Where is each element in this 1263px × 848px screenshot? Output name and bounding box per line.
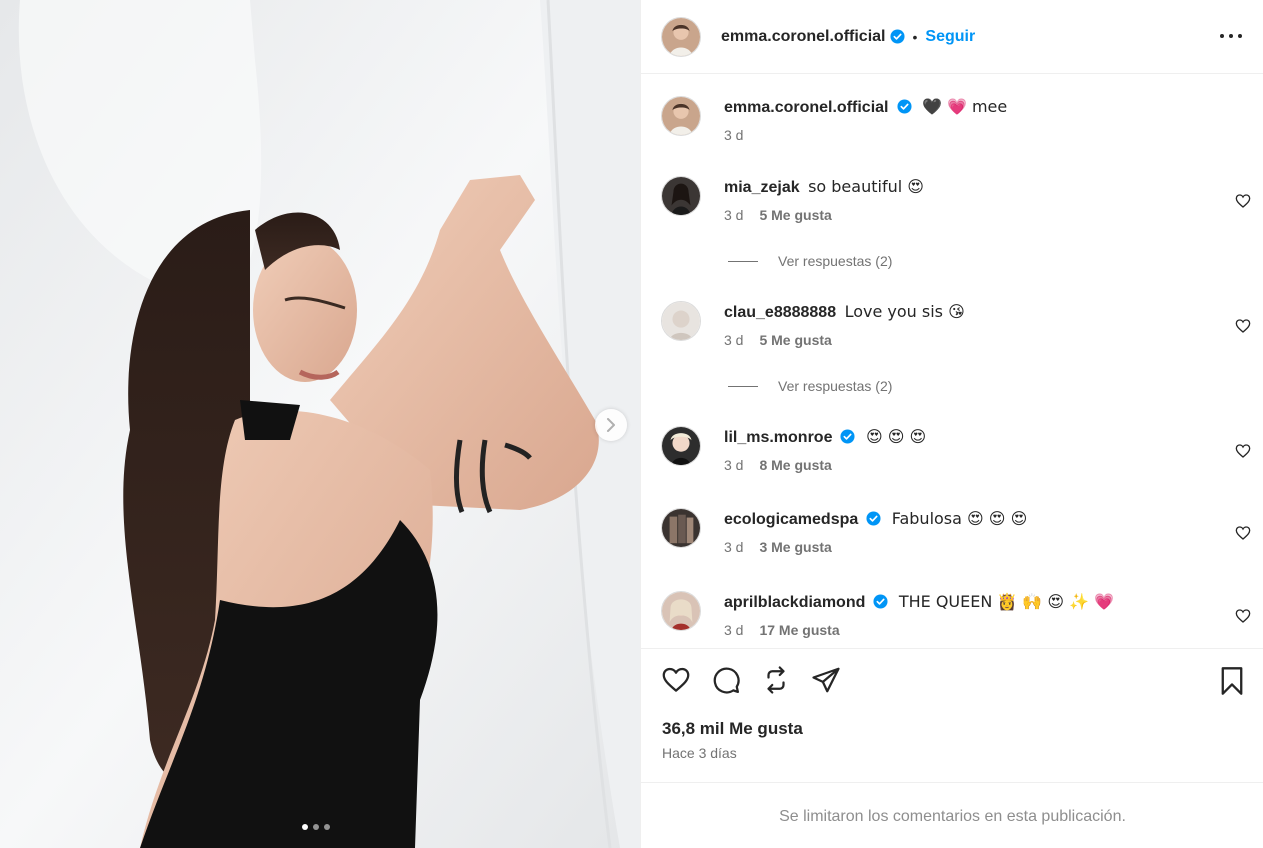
bookmark-icon[interactable] — [1218, 666, 1246, 696]
verified-badge-icon — [840, 429, 856, 444]
view-replies-link[interactable]: Ver respuestas (2) — [728, 378, 892, 394]
caption-username[interactable]: emma.coronel.official — [724, 99, 889, 116]
comment-text: Fabulosa 😍 😍 😍 — [891, 509, 1028, 528]
avatar[interactable] — [661, 16, 701, 57]
post-photo — [0, 0, 640, 848]
avatar-image — [662, 97, 700, 135]
comment-likes[interactable]: 5 Me gusta — [759, 332, 831, 348]
heart-icon[interactable] — [661, 665, 691, 695]
comment-time: 3 d — [724, 539, 744, 555]
carousel-dot — [302, 824, 308, 830]
next-image-button[interactable] — [595, 409, 627, 441]
caption-row: emma.coronel.official 🖤 💗 mee 3 d — [661, 96, 1251, 156]
avatar-image — [662, 427, 700, 465]
author-username[interactable]: emma.coronel.official — [721, 28, 886, 46]
post-media[interactable] — [0, 0, 640, 848]
comment-row: aprilblackdiamond THE QUEEN 👸 🙌 😍 ✨ 💗 3 … — [661, 591, 1251, 648]
comment-likes[interactable]: 8 Me gusta — [759, 457, 831, 473]
avatar[interactable] — [661, 591, 701, 631]
post-timestamp: Hace 3 días — [662, 745, 737, 761]
like-comment-heart-icon[interactable] — [1235, 525, 1251, 541]
comment-time: 3 d — [724, 622, 744, 638]
avatar[interactable] — [661, 508, 701, 548]
view-replies-link[interactable]: Ver respuestas (2) — [728, 253, 892, 269]
comment-username[interactable]: lil_ms.monroe — [724, 429, 832, 446]
replies-divider — [728, 260, 758, 262]
like-comment-heart-icon[interactable] — [1235, 193, 1251, 209]
verified-badge-icon — [866, 511, 881, 526]
more-options-icon[interactable] — [1220, 26, 1242, 46]
comment-username[interactable]: ecologicamedspa — [724, 511, 858, 528]
verified-badge-icon — [889, 29, 905, 44]
replies-divider — [728, 385, 758, 387]
caption-text: 🖤 💗 mee — [921, 97, 1008, 116]
post-actions: 36,8 mil Me gusta Hace 3 días — [641, 648, 1263, 783]
carousel-dot — [324, 824, 330, 830]
comment-text: so beautiful 😍 — [808, 177, 924, 196]
header-separator: • — [912, 28, 918, 45]
avatar-image — [662, 17, 700, 56]
verified-badge-icon — [873, 594, 888, 609]
post-detail-panel: emma.coronel.official • Seguir emma.coro… — [640, 0, 1263, 848]
chevron-right-icon — [607, 418, 615, 432]
avatar-image — [662, 177, 700, 215]
avatar-image — [662, 592, 700, 630]
avatar[interactable] — [661, 301, 701, 341]
like-comment-heart-icon[interactable] — [1235, 608, 1251, 624]
caption-time: 3 d — [724, 127, 744, 143]
comment-time: 3 d — [724, 457, 744, 473]
view-replies-label: Ver respuestas (2) — [778, 378, 893, 394]
comment-username[interactable]: aprilblackdiamond — [724, 594, 865, 611]
follow-button[interactable]: Seguir — [925, 28, 975, 46]
comments-limited-notice: Se limitaron los comentarios en esta pub… — [779, 808, 1126, 825]
repost-icon[interactable] — [761, 665, 791, 695]
comment-text: Love you sis 😘 — [844, 302, 965, 321]
comment-username[interactable]: clau_e8888888 — [724, 304, 836, 321]
comment-likes[interactable]: 3 Me gusta — [759, 539, 831, 555]
comment-row: mia_zejak so beautiful 😍 3 d 5 Me gusta — [661, 176, 1251, 236]
comment-likes[interactable]: 5 Me gusta — [759, 207, 831, 223]
like-comment-heart-icon[interactable] — [1235, 318, 1251, 334]
comment-text: THE QUEEN 👸 🙌 😍 ✨ 💗 — [898, 592, 1115, 611]
avatar[interactable] — [661, 96, 701, 136]
comment-text: 😍 😍 😍 — [865, 427, 927, 446]
carousel-indicator — [302, 824, 330, 830]
comment-row: ecologicamedspa Fabulosa 😍 😍 😍 3 d 3 Me … — [661, 508, 1251, 568]
comment-icon[interactable] — [711, 665, 741, 695]
share-icon[interactable] — [811, 665, 841, 695]
post-header: emma.coronel.official • Seguir — [641, 0, 1263, 74]
comment-likes[interactable]: 17 Me gusta — [759, 622, 839, 638]
comments-list[interactable]: emma.coronel.official 🖤 💗 mee 3 d mia_ze… — [641, 75, 1263, 648]
verified-badge-icon — [896, 99, 912, 114]
avatar[interactable] — [661, 176, 701, 216]
comment-row: clau_e8888888 Love you sis 😘 3 d 5 Me gu… — [661, 301, 1251, 361]
carousel-dot — [313, 824, 319, 830]
total-likes[interactable]: 36,8 mil Me gusta — [662, 719, 803, 739]
avatar-image — [662, 302, 700, 340]
avatar[interactable] — [661, 426, 701, 466]
comment-username[interactable]: mia_zejak — [724, 179, 800, 196]
comment-time: 3 d — [724, 207, 744, 223]
avatar-image — [662, 509, 700, 547]
comment-time: 3 d — [724, 332, 744, 348]
view-replies-label: Ver respuestas (2) — [778, 253, 893, 269]
comment-row: lil_ms.monroe 😍 😍 😍 3 d 8 Me gusta — [661, 426, 1251, 486]
like-comment-heart-icon[interactable] — [1235, 443, 1251, 459]
